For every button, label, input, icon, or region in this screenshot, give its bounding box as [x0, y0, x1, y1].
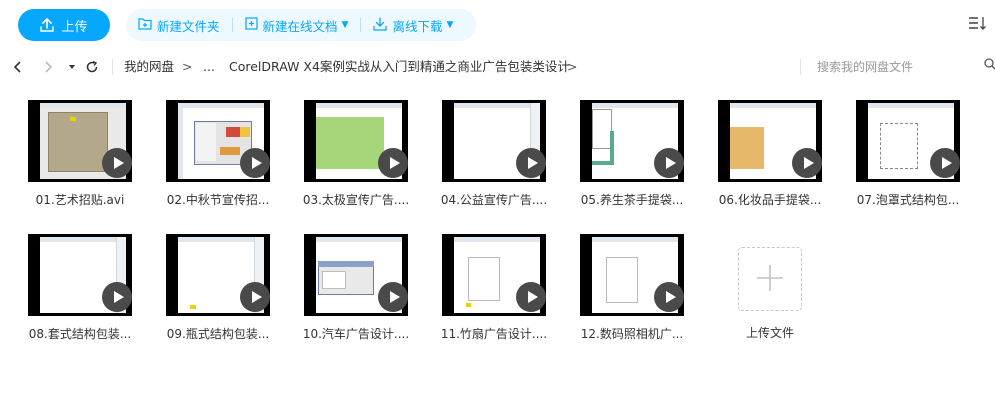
search-input[interactable]: 搜索我的网盘文件	[817, 59, 987, 75]
video-thumbnail	[856, 100, 960, 182]
video-thumbnail	[718, 100, 822, 182]
upload-icon	[40, 18, 55, 32]
file-item[interactable]: 01.艺术招贴.avi	[0, 100, 132, 220]
download-icon	[373, 16, 388, 34]
file-name: 07.泡罩式结构包...	[856, 193, 960, 207]
new-folder-icon	[138, 17, 152, 33]
action-group: 新建文件夹 新建在线文档 ▼ 离线下载 ▼	[126, 9, 476, 41]
offline-download-button[interactable]: 离线下载 ▼	[361, 9, 465, 41]
video-thumbnail	[442, 100, 546, 182]
file-name: 11.竹扇广告设计....	[440, 327, 548, 341]
video-thumbnail	[580, 100, 684, 182]
video-thumbnail	[166, 100, 270, 182]
offline-download-label: 离线下载	[392, 18, 443, 34]
new-doc-icon	[244, 17, 258, 33]
plus-icon	[755, 263, 785, 296]
video-thumbnail	[166, 234, 270, 316]
play-icon	[378, 148, 408, 178]
file-name: 01.艺术招贴.avi	[35, 193, 125, 207]
file-name: 12.数码照相机广...	[580, 327, 684, 341]
file-item[interactable]: 02.中秋节宣传招...	[138, 100, 270, 220]
play-icon	[240, 148, 270, 178]
upload-file-label: 上传文件	[745, 326, 794, 340]
file-name: 06.化妆品手提袋...	[718, 193, 822, 207]
video-thumbnail	[580, 234, 684, 316]
breadcrumb-separator: >	[567, 59, 578, 74]
history-dropdown-icon[interactable]	[64, 59, 80, 75]
file-item[interactable]: 04.公益宣传广告....	[414, 100, 547, 220]
file-item[interactable]: 05.养生茶手提袋...	[552, 100, 684, 220]
file-name: 02.中秋节宣传招...	[166, 193, 270, 207]
file-item[interactable]: 10.汽车广告设计....	[276, 234, 409, 354]
new-online-doc-button[interactable]: 新建在线文档 ▼	[233, 9, 361, 41]
upload-button[interactable]: 上传	[18, 9, 110, 41]
breadcrumb-ellipsis[interactable]: ...	[203, 59, 215, 75]
play-icon	[102, 148, 132, 178]
navigation-bar: 我的网盘 > ... CorelDRAW X4案例实战从入门到精通之商业广告包装…	[0, 52, 995, 82]
sort-icon[interactable]	[966, 13, 988, 33]
upload-file-tile[interactable]	[738, 247, 802, 311]
video-thumbnail	[28, 234, 132, 316]
breadcrumb-separator: >	[182, 59, 193, 74]
file-item[interactable]: 12.数码照相机广...	[552, 234, 684, 354]
file-name: 09.瓶式结构包装...	[166, 327, 270, 341]
video-thumbnail	[304, 234, 408, 316]
new-folder-button[interactable]: 新建文件夹	[126, 9, 232, 41]
refresh-icon[interactable]	[84, 59, 100, 75]
file-name: 08.套式结构包装...	[28, 327, 132, 341]
video-thumbnail	[304, 100, 408, 182]
file-name: 05.养生茶手提袋...	[580, 193, 684, 207]
play-icon	[654, 148, 684, 178]
file-item[interactable]: 11.竹扇广告设计....	[414, 234, 547, 354]
caret-down-icon: ▼	[341, 20, 349, 30]
file-item[interactable]: 03.太极宣传广告....	[276, 100, 409, 220]
divider	[112, 59, 113, 75]
play-icon	[240, 282, 270, 312]
play-icon	[516, 148, 546, 178]
file-item[interactable]: 06.化妆品手提袋...	[690, 100, 822, 220]
breadcrumb-root[interactable]: 我的网盘	[124, 59, 174, 75]
upload-button-label: 上传	[61, 19, 88, 35]
search-icon[interactable]	[984, 58, 995, 70]
play-icon	[792, 148, 822, 178]
file-name: 03.太极宣传广告....	[302, 193, 410, 207]
breadcrumb-current: CorelDRAW X4案例实战从入门到精通之商业广告包装类设计	[229, 59, 570, 74]
play-icon	[102, 282, 132, 312]
chevron-right-icon[interactable]	[40, 59, 56, 75]
file-name: 10.汽车广告设计....	[302, 327, 410, 341]
caret-down-icon: ▼	[446, 20, 454, 30]
file-item[interactable]: 08.套式结构包装...	[0, 234, 132, 354]
toolbar: 上传 新建文件夹 新建在线文档 ▼ 离线下载 ▼	[0, 0, 995, 46]
play-icon	[654, 282, 684, 312]
video-thumbnail	[28, 100, 132, 182]
new-folder-label: 新建文件夹	[157, 18, 220, 34]
play-icon	[930, 148, 960, 178]
play-icon	[516, 282, 546, 312]
video-thumbnail	[442, 234, 546, 316]
play-icon	[378, 282, 408, 312]
file-item[interactable]: 09.瓶式结构包装...	[138, 234, 270, 354]
chevron-left-icon[interactable]	[10, 59, 26, 75]
divider	[800, 59, 801, 75]
new-online-doc-label: 新建在线文档	[262, 18, 338, 34]
file-name: 04.公益宣传广告....	[440, 193, 548, 207]
file-item[interactable]: 07.泡罩式结构包...	[828, 100, 960, 220]
